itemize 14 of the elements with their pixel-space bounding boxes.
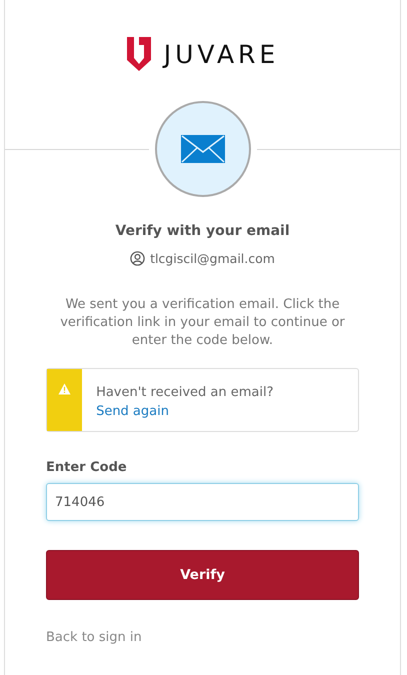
code-input[interactable]: 714046 bbox=[46, 483, 359, 521]
envelope-icon bbox=[180, 135, 224, 163]
code-label: Enter Code bbox=[46, 460, 128, 475]
page-title: Verify with your email bbox=[114, 223, 291, 239]
user-icon bbox=[130, 251, 146, 266]
logo-wordmark: JUVARE bbox=[164, 40, 280, 68]
warning-icon bbox=[58, 383, 72, 395]
account-email: tlcgiscil@gmail.com bbox=[150, 251, 275, 266]
back-to-sign-in-link[interactable]: Back to sign in bbox=[46, 630, 142, 645]
instructions-text: We sent you a verification email. Click the verification link in your email to continue or enter the code below. bbox=[59, 296, 346, 350]
logo-icon bbox=[126, 36, 152, 72]
send-again-link[interactable]: Send again bbox=[96, 404, 169, 419]
alert-message: Haven't received an email? Send again bbox=[95, 384, 275, 421]
verify-button[interactable]: Verify bbox=[46, 550, 359, 600]
